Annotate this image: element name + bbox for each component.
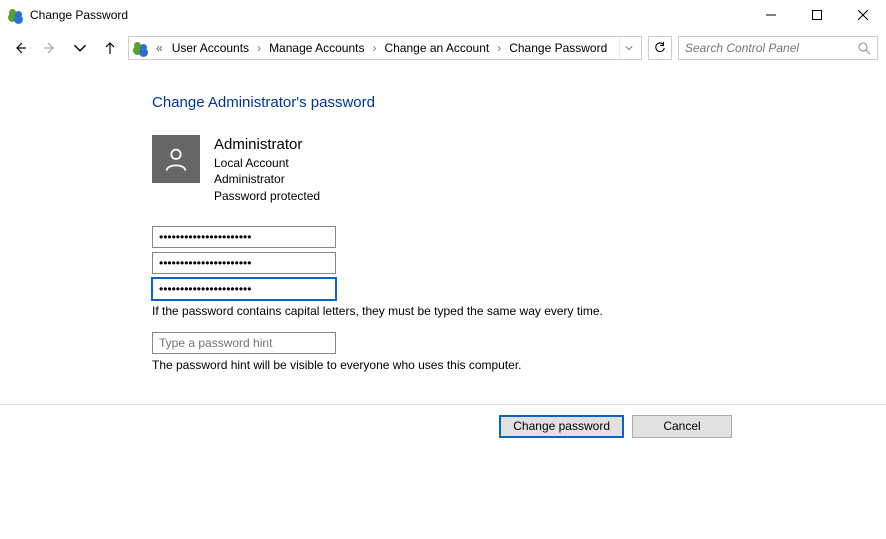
arrow-up-icon xyxy=(103,41,117,55)
caps-note: If the password contains capital letters… xyxy=(152,304,886,318)
current-password-field[interactable] xyxy=(152,226,336,248)
footer: Change password Cancel xyxy=(0,405,886,438)
change-password-button[interactable]: Change password xyxy=(499,415,624,438)
window-title: Change Password xyxy=(30,8,128,22)
close-button[interactable] xyxy=(840,0,886,30)
breadcrumb-overflow[interactable]: « xyxy=(153,41,166,55)
nav-bar: « User Accounts › Manage Accounts › Chan… xyxy=(0,30,886,66)
new-password-field[interactable] xyxy=(152,252,336,274)
refresh-button[interactable] xyxy=(648,36,672,60)
chevron-right-icon[interactable]: › xyxy=(495,41,503,55)
chevron-down-icon xyxy=(625,44,633,52)
refresh-icon xyxy=(654,42,666,54)
breadcrumb[interactable]: « User Accounts › Manage Accounts › Chan… xyxy=(128,36,642,60)
page-heading: Change Administrator's password xyxy=(152,94,886,111)
content-area: Change Administrator's password Administ… xyxy=(0,66,886,372)
search-icon xyxy=(857,41,871,55)
avatar xyxy=(152,135,200,183)
arrow-right-icon xyxy=(43,41,57,55)
recent-locations-button[interactable] xyxy=(68,36,92,60)
window-controls xyxy=(748,0,886,30)
users-icon xyxy=(133,40,149,56)
up-button[interactable] xyxy=(98,36,122,60)
maximize-icon xyxy=(812,10,822,20)
account-role: Administrator xyxy=(214,171,320,187)
account-type: Local Account xyxy=(214,155,320,171)
arrow-left-icon xyxy=(13,41,27,55)
close-icon xyxy=(858,10,868,20)
chevron-down-icon xyxy=(73,41,87,55)
search-box[interactable] xyxy=(678,36,878,60)
cancel-button[interactable]: Cancel xyxy=(632,415,732,438)
chevron-right-icon[interactable]: › xyxy=(370,41,378,55)
account-status: Password protected xyxy=(214,188,320,204)
breadcrumb-item[interactable]: Change Password xyxy=(505,41,611,55)
breadcrumb-item[interactable]: Manage Accounts xyxy=(265,41,368,55)
confirm-password-field[interactable] xyxy=(152,278,336,300)
forward-button[interactable] xyxy=(38,36,62,60)
chevron-right-icon[interactable]: › xyxy=(255,41,263,55)
account-name: Administrator xyxy=(214,135,320,155)
breadcrumb-item[interactable]: Change an Account xyxy=(380,41,493,55)
minimize-button[interactable] xyxy=(748,0,794,30)
users-icon xyxy=(8,7,24,23)
person-icon xyxy=(162,145,190,173)
back-button[interactable] xyxy=(8,36,32,60)
account-info: Administrator Local Account Administrato… xyxy=(152,135,886,204)
account-lines: Administrator Local Account Administrato… xyxy=(214,135,320,204)
search-input[interactable] xyxy=(685,41,857,55)
hint-note: The password hint will be visible to eve… xyxy=(152,358,886,372)
password-form: If the password contains capital letters… xyxy=(152,226,886,372)
minimize-icon xyxy=(766,10,776,20)
maximize-button[interactable] xyxy=(794,0,840,30)
breadcrumb-item[interactable]: User Accounts xyxy=(168,41,253,55)
breadcrumb-dropdown[interactable] xyxy=(619,37,637,59)
title-bar: Change Password xyxy=(0,0,886,30)
password-hint-field[interactable] xyxy=(152,332,336,354)
